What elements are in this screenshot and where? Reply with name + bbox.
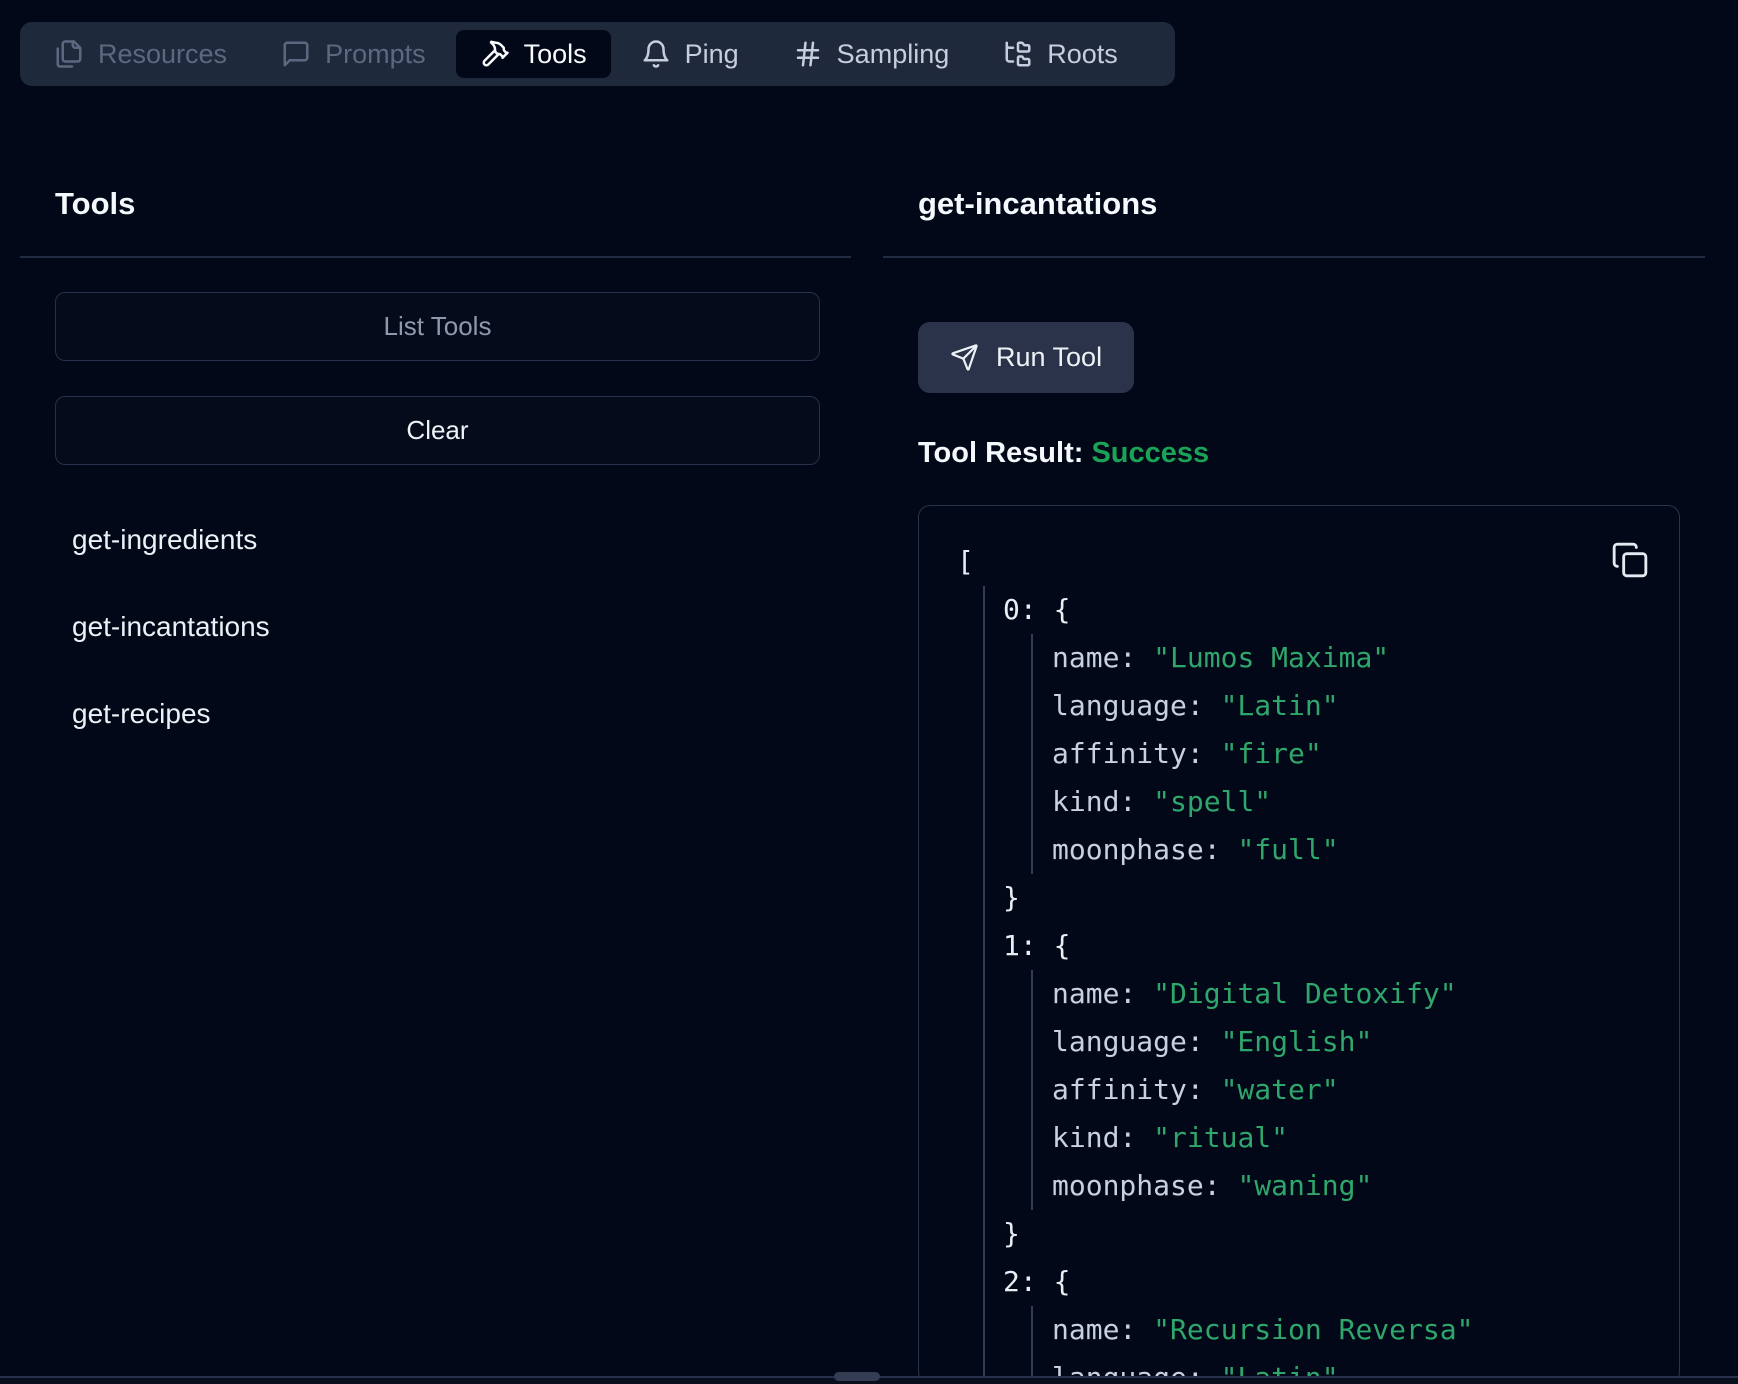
tab-roots[interactable]: Roots <box>979 30 1142 78</box>
tab-label: Resources <box>98 39 227 70</box>
tab-tools[interactable]: Tools <box>456 30 611 78</box>
json-entry-0-open: 0: { <box>1003 586 1473 634</box>
tab-label: Prompts <box>325 39 426 70</box>
clear-button[interactable]: Clear <box>55 396 820 465</box>
tab-ping[interactable]: Ping <box>617 30 763 78</box>
tab-resources[interactable]: Resources <box>30 30 251 78</box>
json-field-kind: kind: "spell" <box>1052 778 1473 826</box>
json-entry-1-close: } <box>1003 1210 1473 1258</box>
chat-bubble-icon <box>281 39 311 69</box>
tools-panel-divider <box>20 256 851 258</box>
tool-list: get-ingredients get-incantations get-recip… <box>72 517 270 737</box>
json-field-name: name: "Recursion Reversa" <box>1052 1306 1473 1354</box>
tab-label: Roots <box>1047 39 1118 70</box>
json-field-language: language: "Latin" <box>1052 682 1473 730</box>
tab-label: Ping <box>685 39 739 70</box>
json-array-open: [ <box>957 538 1473 586</box>
history-pane-resize-handle[interactable] <box>834 1372 880 1381</box>
hammer-icon <box>480 39 510 69</box>
json-field-name: name: "Digital Detoxify" <box>1052 970 1473 1018</box>
json-field-moonphase: moonphase: "waning" <box>1052 1162 1473 1210</box>
tools-panel-title: Tools <box>55 186 135 222</box>
folder-tree-icon <box>1003 39 1033 69</box>
json-field-affinity: affinity: "fire" <box>1052 730 1473 778</box>
tab-label: Tools <box>524 39 587 70</box>
json-field-affinity: affinity: "water" <box>1052 1066 1473 1114</box>
list-tools-button[interactable]: List Tools <box>55 292 820 361</box>
capability-tabbar: Resources Prompts Tools Ping Sampling Roots <box>20 22 1175 86</box>
json-array-items: 0: {name: "Lumos Maxima"language: "Latin… <box>983 586 1473 1384</box>
json-field-name: name: "Lumos Maxima" <box>1052 634 1473 682</box>
tool-list-item-get-recipes[interactable]: get-recipes <box>72 691 270 737</box>
selected-tool-divider <box>883 256 1705 258</box>
files-icon <box>54 39 84 69</box>
run-tool-button-label: Run Tool <box>996 342 1102 373</box>
bell-icon <box>641 39 671 69</box>
tool-result-label: Tool Result: <box>918 437 1083 469</box>
json-entry-2-open: 2: { <box>1003 1258 1473 1306</box>
tool-list-item-get-ingredients[interactable]: get-ingredients <box>72 517 270 563</box>
json-entry-2-fields: name: "Recursion Reversa"language: "Lati… <box>1031 1306 1473 1384</box>
json-field-kind: kind: "ritual" <box>1052 1114 1473 1162</box>
copy-icon[interactable] <box>1609 540 1651 582</box>
json-field-moonphase: moonphase: "full" <box>1052 826 1473 874</box>
tab-label: Sampling <box>837 39 950 70</box>
tool-result-line: Tool Result: Success <box>918 437 1209 470</box>
tab-prompts[interactable]: Prompts <box>257 30 450 78</box>
selected-tool-title: get-incantations <box>918 186 1157 222</box>
tool-result-json-viewer: [0: {name: "Lumos Maxima"language: "Lati… <box>918 505 1680 1384</box>
tool-result-status: Success <box>1091 437 1209 469</box>
json-tree: [0: {name: "Lumos Maxima"language: "Lati… <box>957 538 1473 1384</box>
json-entry-0-fields: name: "Lumos Maxima"language: "Latin"aff… <box>1031 634 1473 874</box>
run-tool-button[interactable]: Run Tool <box>918 322 1134 393</box>
send-icon <box>950 343 979 372</box>
json-entry-1-fields: name: "Digital Detoxify"language: "Engli… <box>1031 970 1473 1210</box>
tab-sampling[interactable]: Sampling <box>769 30 974 78</box>
tool-list-item-get-incantations[interactable]: get-incantations <box>72 604 270 650</box>
json-field-language: language: "English" <box>1052 1018 1473 1066</box>
json-entry-0-close: } <box>1003 874 1473 922</box>
hash-icon <box>793 39 823 69</box>
json-entry-1-open: 1: { <box>1003 922 1473 970</box>
